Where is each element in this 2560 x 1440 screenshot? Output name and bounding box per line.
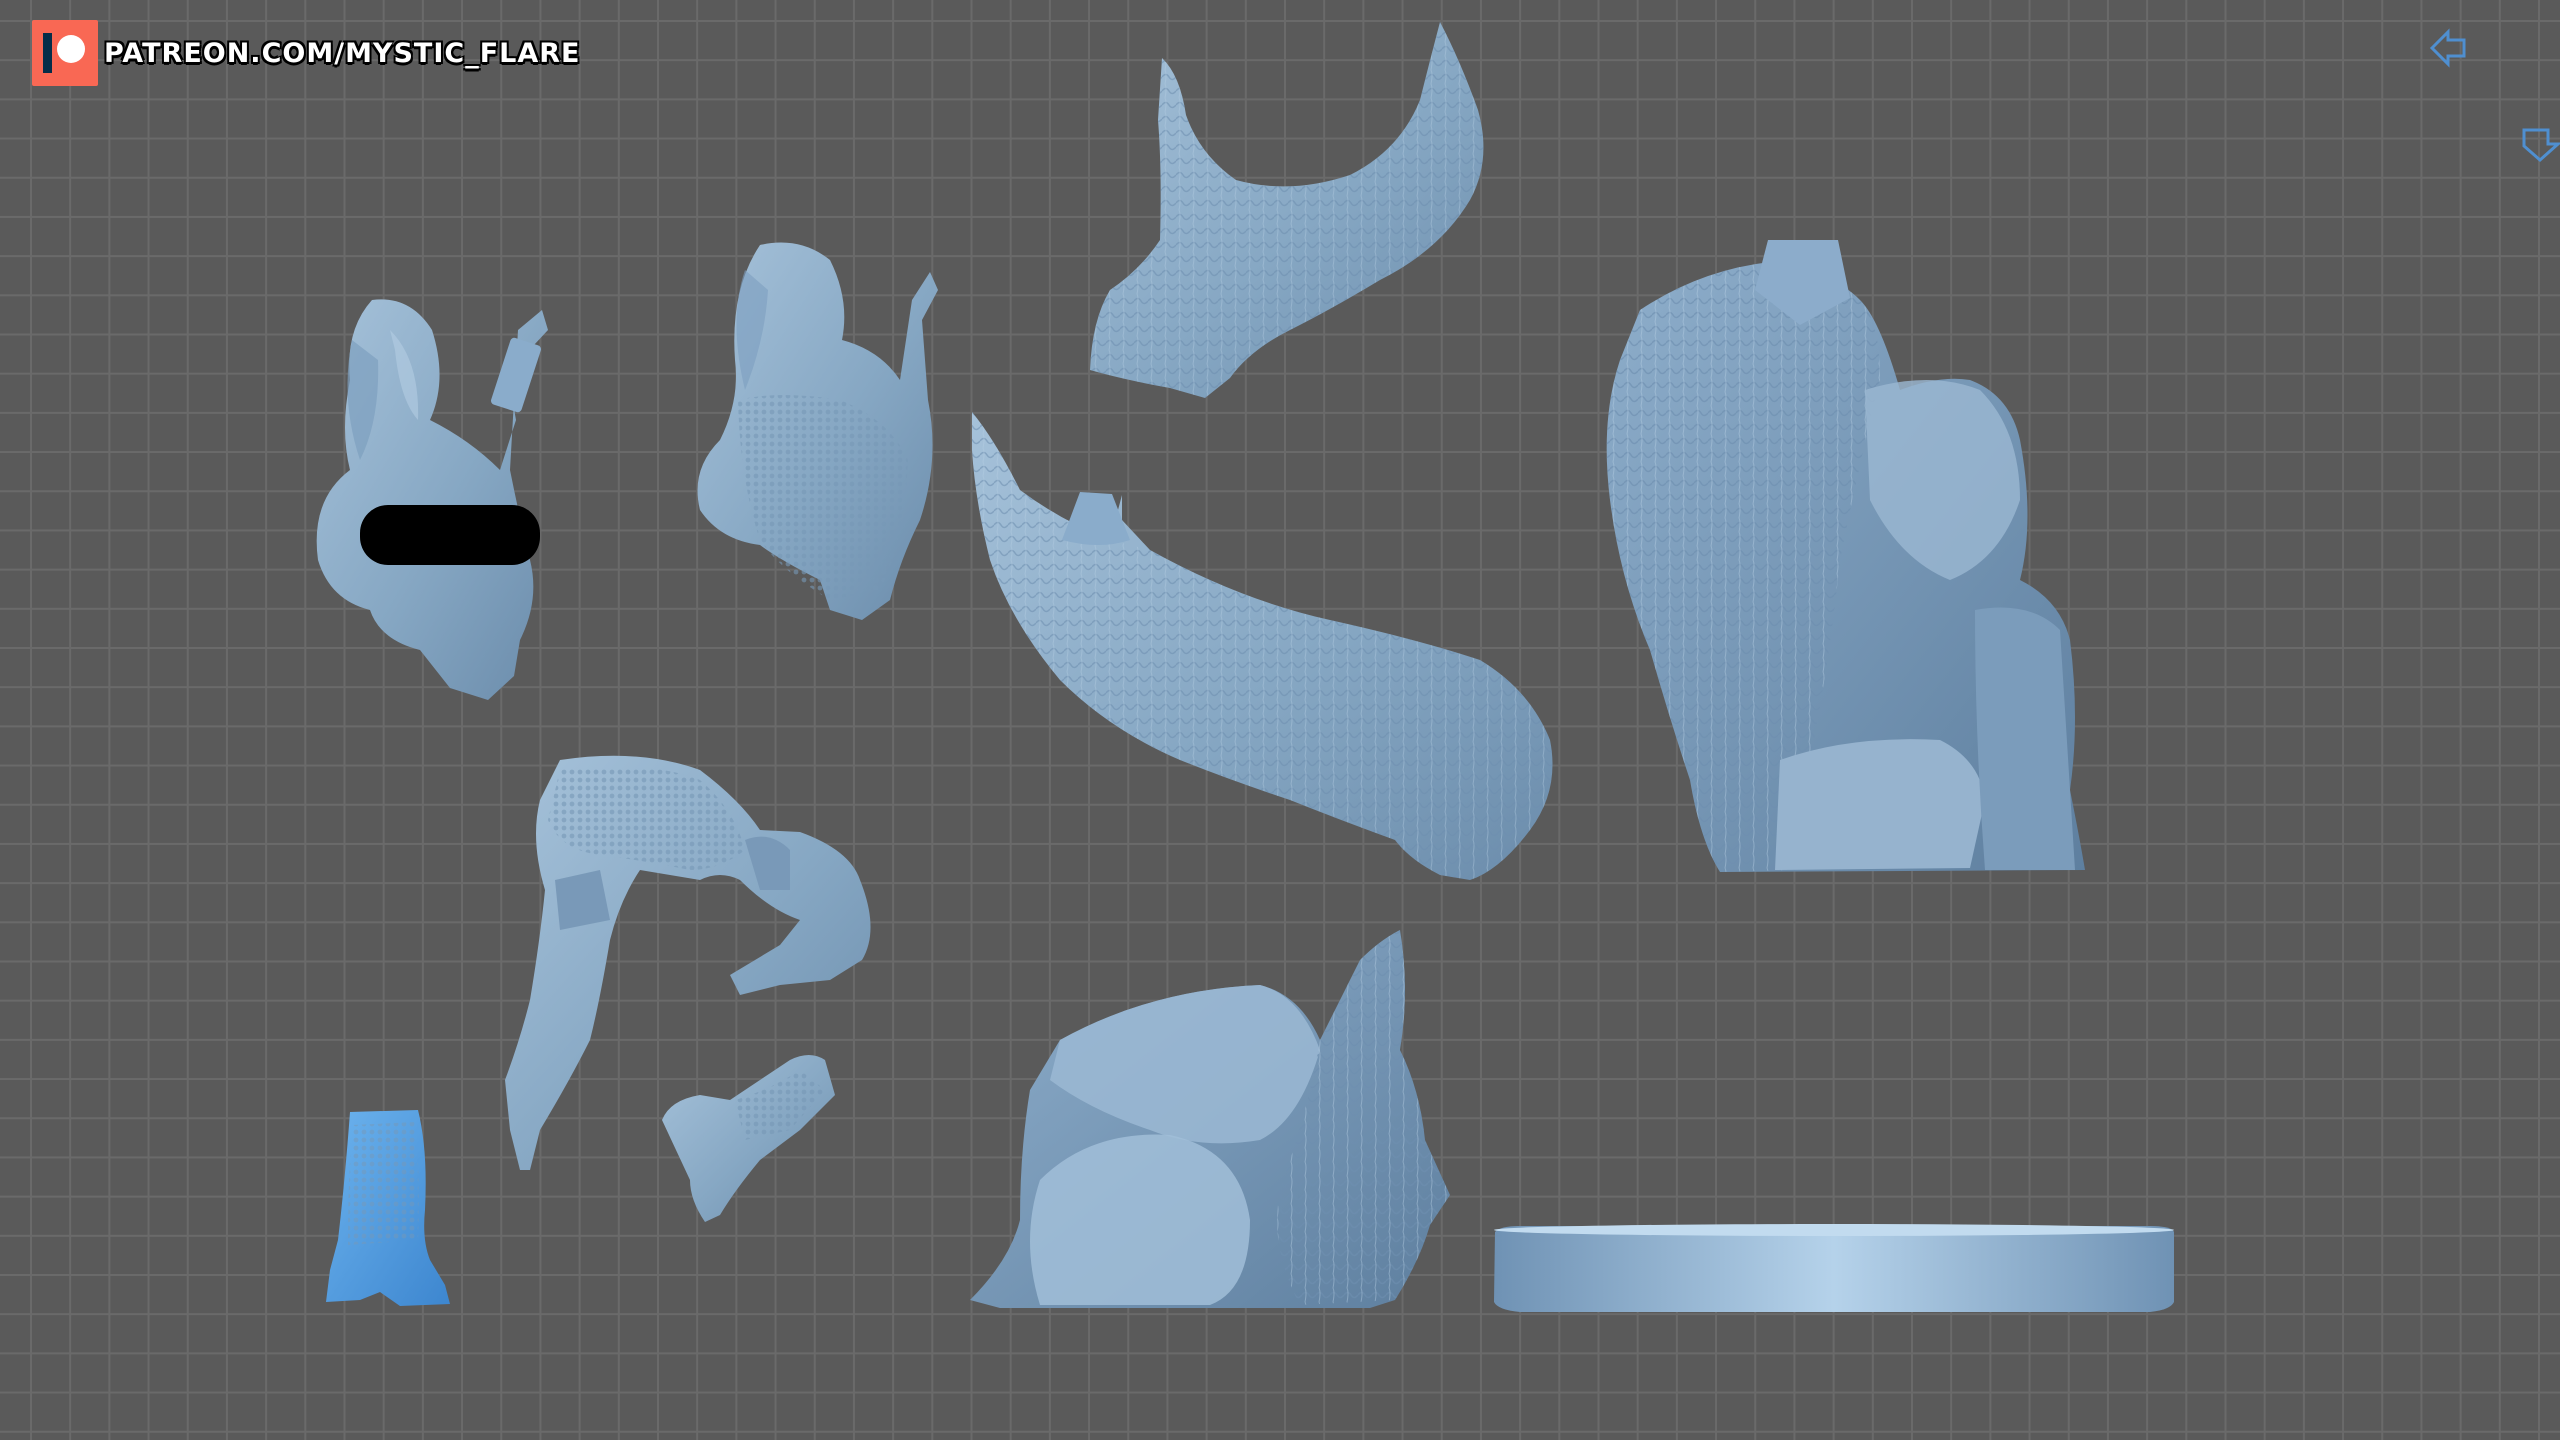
boot-right-part[interactable] xyxy=(662,1055,835,1222)
large-rock-tentacle-part[interactable] xyxy=(1606,240,2085,872)
round-base-part[interactable] xyxy=(1494,1224,2174,1312)
boot-left-part[interactable] xyxy=(326,1110,450,1306)
censor-bar xyxy=(360,505,540,565)
upper-body-part[interactable] xyxy=(316,299,548,700)
tentacle-middle-part[interactable] xyxy=(972,412,1553,880)
model-scene xyxy=(316,22,2174,1312)
clothed-upper-body-part[interactable] xyxy=(697,242,939,620)
rock-tentacle-base-part[interactable] xyxy=(970,930,1450,1308)
tentacle-top-part[interactable] xyxy=(1090,22,1484,398)
3d-viewport[interactable]: PATREON.COM/MYSTIC_FLARE xyxy=(0,0,2560,1440)
